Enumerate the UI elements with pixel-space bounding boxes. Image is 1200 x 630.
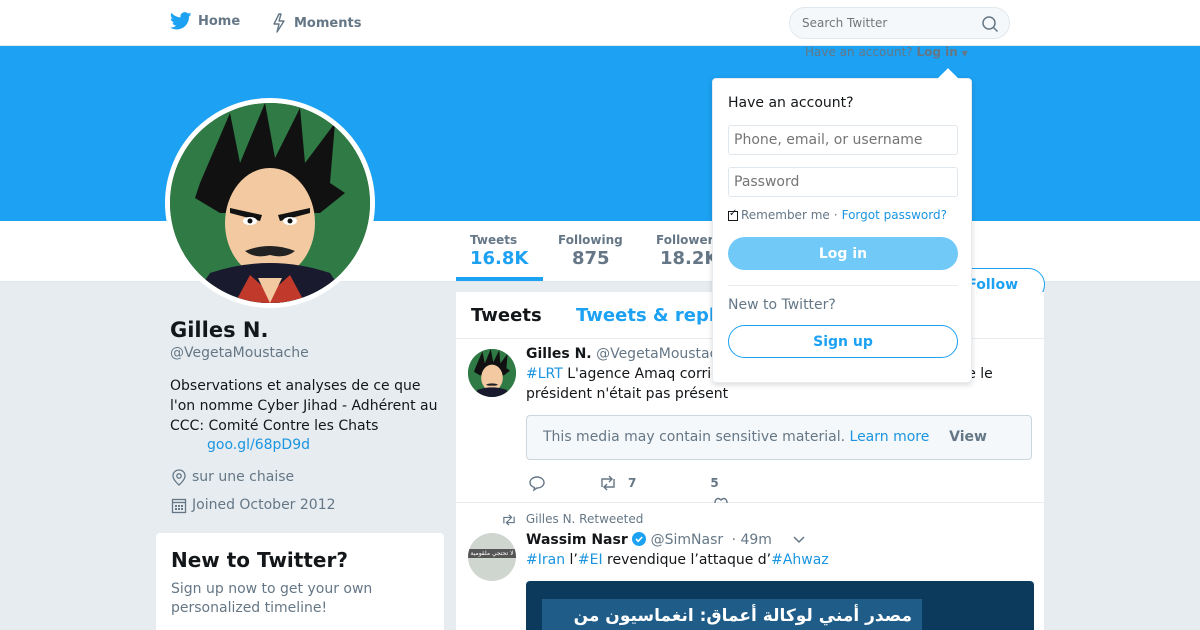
verified-badge-icon	[632, 532, 647, 546]
hashtag-link[interactable]: #Iran	[526, 552, 565, 568]
top-nav: Home Moments	[0, 0, 1200, 46]
have-account-prompt: Have an account? Log in ▼	[805, 45, 968, 59]
profile-name[interactable]: Gilles N.	[170, 318, 268, 342]
profile-avatar[interactable]	[165, 98, 375, 308]
view-media-button[interactable]: View	[949, 429, 987, 445]
tweet-author-name[interactable]: Gilles N.	[526, 346, 592, 362]
forgot-password-link[interactable]: Forgot password?	[842, 208, 947, 222]
tweet-time[interactable]: · 49m	[732, 532, 772, 548]
caret-down-icon[interactable]: ▼	[962, 49, 968, 58]
stat-label: Tweets	[470, 233, 518, 247]
login-dropdown-title: Have an account?	[728, 95, 854, 111]
hashtag-link[interactable]: #Ahwaz	[771, 552, 829, 568]
vegeta-portrait	[170, 103, 370, 303]
tweet-text: #Iran l’#EI revendique l’attaque d’#Ahwa…	[526, 550, 1006, 570]
joined-text: Joined October 2012	[192, 497, 336, 513]
nav-moments[interactable]: Moments	[270, 13, 361, 33]
dropdown-divider	[728, 285, 958, 286]
location-pin-icon	[172, 469, 186, 486]
location-text: sur une chaise	[192, 469, 295, 485]
tab-tweets[interactable]: Tweets	[471, 305, 542, 326]
have-account-text: Have an account?	[805, 45, 913, 59]
tweet-header: Gilles N. @VegetaMoustache	[526, 346, 735, 362]
username-field[interactable]	[728, 125, 958, 155]
sensitive-media-warning: This media may contain sensitive materia…	[526, 415, 1032, 460]
tweet-avatar-caption: لا تحتجي ملقومية	[468, 549, 516, 558]
active-tab-underline	[456, 277, 543, 281]
profile-bio: Observations et analyses de ce que l'on …	[170, 378, 438, 434]
retweet-icon[interactable]	[598, 474, 618, 492]
login-dropdown: Have an account? Remember me · Forgot pa…	[712, 78, 972, 383]
tweet-header: Wassim Nasr @SimNasr · 49m	[526, 532, 806, 548]
profile-handle[interactable]: @VegetaMoustache	[170, 345, 309, 361]
nav-home[interactable]: Home	[170, 12, 240, 30]
tweet-avatar[interactable]: لا تحتجي ملقومية	[468, 533, 516, 581]
stat-label: Following	[558, 233, 623, 247]
search-input[interactable]	[802, 8, 982, 38]
tweet-author-handle[interactable]: @SimNasr	[651, 532, 724, 548]
profile-link[interactable]: goo.gl/68pD9d	[207, 437, 310, 453]
signup-button[interactable]: Sign up	[728, 325, 958, 358]
lightning-icon	[273, 13, 285, 33]
twitter-bird-icon	[170, 12, 192, 30]
sensitive-text: This media may contain sensitive materia…	[543, 429, 846, 445]
new-to-twitter-box: New to Twitter? Sign up now to get your …	[156, 533, 444, 630]
tweet-avatar[interactable]	[468, 349, 516, 397]
learn-more-link[interactable]: Learn more	[850, 429, 930, 445]
remember-label[interactable]: Remember me	[741, 208, 830, 222]
profile-joined: Joined October 2012	[170, 496, 336, 514]
search-icon[interactable]	[981, 15, 999, 33]
stat-tweets[interactable]: Tweets 16.8K	[470, 233, 528, 269]
nav-home-label: Home	[198, 13, 241, 29]
chevron-down-icon[interactable]	[792, 535, 806, 545]
media-caption: مصدر أمني لوكالة أعماق: انغماسيون من	[542, 599, 922, 630]
password-field[interactable]	[728, 167, 958, 197]
tweet-body: revendique l’attaque d’	[602, 552, 772, 568]
new-to-twitter-label: New to Twitter?	[728, 297, 836, 313]
remember-checkbox[interactable]	[728, 208, 738, 221]
tweet-actions: 7 5	[526, 474, 719, 492]
hashtag-link[interactable]: #LRT	[526, 366, 563, 382]
hashtag-link[interactable]: #EI	[578, 552, 603, 568]
like-count: 5	[710, 476, 719, 490]
separator-dot: ·	[833, 208, 838, 222]
nav-moments-label: Moments	[294, 15, 362, 31]
stat-following[interactable]: Following 875	[558, 233, 623, 269]
signup-box-title: New to Twitter?	[171, 548, 348, 572]
stat-value: 875	[572, 248, 610, 269]
login-button[interactable]: Log in	[728, 237, 958, 270]
stat-label: Followers	[656, 233, 721, 247]
remember-row: Remember me · Forgot password?	[728, 208, 947, 222]
tweet-body: l’	[565, 552, 578, 568]
retweet-count: 7	[628, 476, 637, 490]
retweeted-by-text[interactable]: Gilles N. Retweeted	[526, 512, 644, 526]
profile-location: sur une chaise	[170, 468, 294, 486]
reply-icon[interactable]	[528, 474, 546, 492]
search-box	[789, 7, 1010, 39]
retweet-indicator: Gilles N. Retweeted	[500, 512, 643, 526]
calendar-icon	[171, 498, 187, 514]
tweet-media[interactable]: مصدر أمني لوكالة أعماق: انغماسيون من	[526, 581, 1034, 630]
avatar-image	[170, 103, 370, 303]
signup-box-text: Sign up now to get your own personalized…	[171, 581, 373, 616]
tweet-author-name[interactable]: Wassim Nasr	[526, 532, 628, 548]
heart-icon[interactable]	[712, 495, 730, 503]
tweet-avatar-image	[468, 349, 516, 397]
retweet-icon	[503, 513, 515, 526]
stat-followers[interactable]: Followers 18.2K	[656, 233, 721, 269]
login-dropdown-toggle[interactable]: Log in	[916, 45, 957, 59]
tweet-item[interactable]: Gilles N. Retweeted لا تحتجي ملقومية Was…	[456, 504, 1044, 630]
stat-value: 16.8K	[470, 248, 529, 269]
